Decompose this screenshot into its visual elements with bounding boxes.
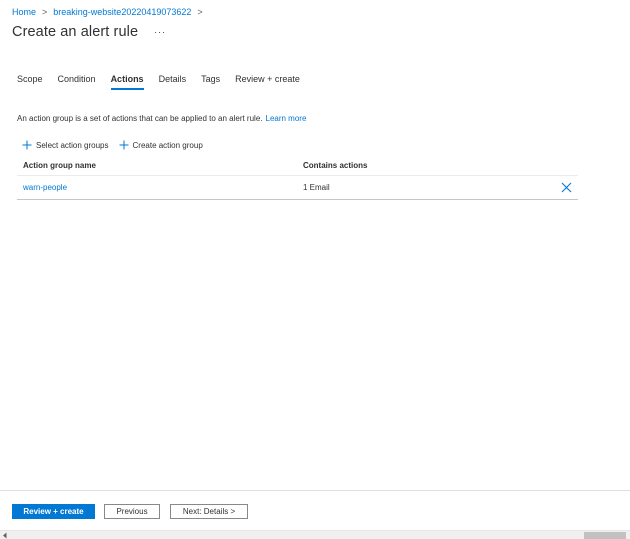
wizard-tabs: Scope Condition Actions Details Tags Rev… <box>17 70 315 92</box>
select-action-groups-label: Select action groups <box>36 140 109 150</box>
action-groups-table: Action group name Contains actions warn-… <box>17 156 578 200</box>
horizontal-scrollbar[interactable] <box>0 530 630 539</box>
contains-actions-cell: 1 Email <box>303 183 330 192</box>
breadcrumb-separator: > <box>42 7 48 17</box>
learn-more-link[interactable]: Learn more <box>266 114 307 123</box>
tab-details[interactable]: Details <box>159 70 187 90</box>
tab-review-create[interactable]: Review + create <box>235 70 300 90</box>
title-row: Create an alert rule ··· <box>12 22 166 42</box>
breadcrumb-home-link[interactable]: Home <box>12 7 36 17</box>
create-action-group-label: Create action group <box>132 140 203 150</box>
scrollbar-thumb[interactable] <box>584 532 626 539</box>
previous-button[interactable]: Previous <box>104 504 160 519</box>
column-header-action-group-name[interactable]: Action group name <box>17 161 303 170</box>
table-header: Action group name Contains actions <box>17 156 578 176</box>
column-header-contains-actions[interactable]: Contains actions <box>303 161 578 170</box>
breadcrumb-resource-link[interactable]: breaking-website20220419073622 <box>53 7 191 17</box>
next-details-button[interactable]: Next: Details > <box>170 504 248 519</box>
tab-condition[interactable]: Condition <box>58 70 96 90</box>
action-group-name-cell: warn-people <box>17 183 303 192</box>
breadcrumb-separator-trailing: > <box>197 7 203 17</box>
more-options-icon[interactable]: ··· <box>154 27 166 37</box>
action-group-link[interactable]: warn-people <box>23 183 67 192</box>
footer-bar: Review + create Previous Next: Details > <box>0 490 630 530</box>
select-action-groups-button[interactable]: Select action groups <box>22 140 109 150</box>
plus-icon <box>22 140 32 150</box>
table-row: warn-people 1 Email <box>17 176 578 200</box>
actions-description-text: An action group is a set of actions that… <box>17 114 263 123</box>
page-title: Create an alert rule <box>12 24 139 40</box>
tab-scope[interactable]: Scope <box>17 70 43 90</box>
tab-actions[interactable]: Actions <box>110 70 144 90</box>
actions-description: An action group is a set of actions that… <box>17 114 306 123</box>
tab-tags[interactable]: Tags <box>201 70 220 90</box>
close-icon[interactable] <box>561 182 572 193</box>
breadcrumb: Home > breaking-website20220419073622 > <box>12 5 209 19</box>
create-action-group-button[interactable]: Create action group <box>119 140 203 150</box>
review-create-button[interactable]: Review + create <box>12 504 95 519</box>
command-bar: Select action groups Create action group <box>22 138 213 152</box>
scroll-left-arrow-icon[interactable] <box>2 532 8 539</box>
plus-icon <box>119 140 128 150</box>
